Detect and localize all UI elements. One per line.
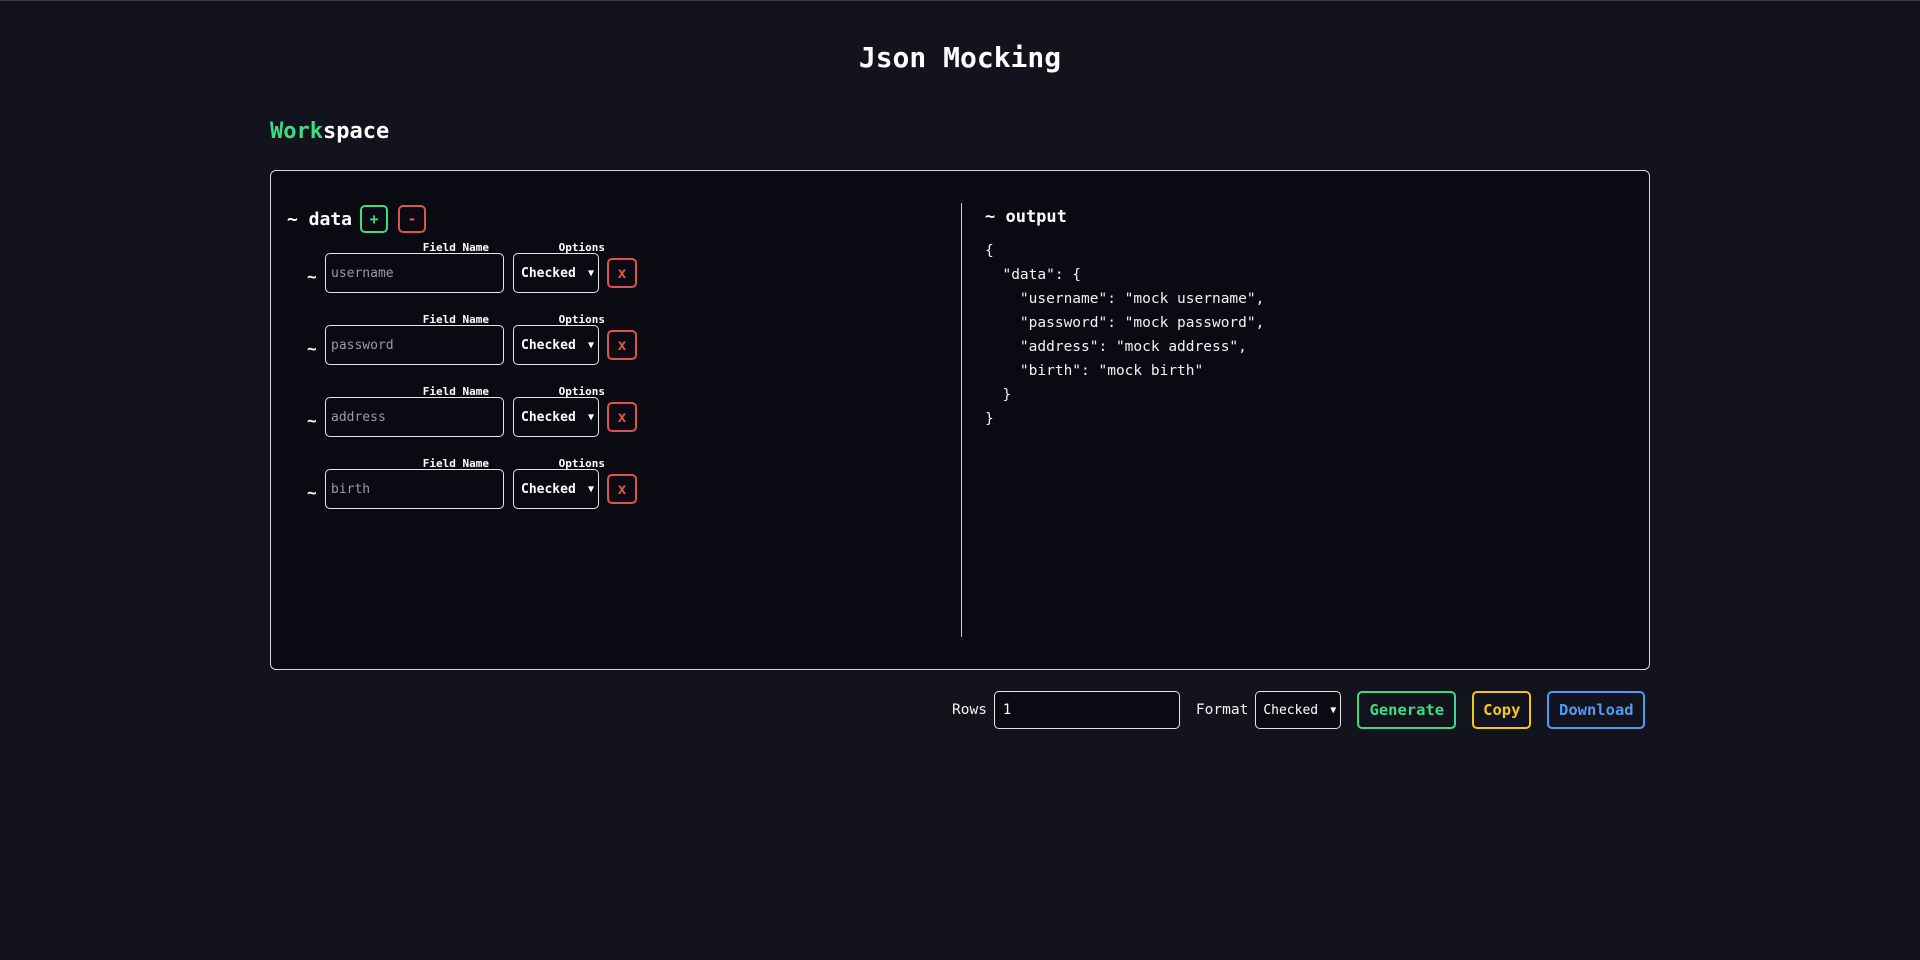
workspace-heading-rest: space [322, 119, 390, 144]
field-row-prefix: ~ [307, 411, 317, 430]
chevron-down-icon: ▼ [1330, 704, 1337, 716]
delete-field-button[interactable]: x [607, 330, 637, 360]
field-options-select[interactable]: Checked ▼ [513, 397, 599, 437]
data-title: ~ data [287, 208, 353, 230]
field-row-prefix: ~ [307, 483, 317, 502]
field-options-select[interactable]: Checked ▼ [513, 325, 599, 365]
rows-label: Rows [952, 702, 987, 718]
field-row-prefix: ~ [307, 339, 317, 358]
remove-field-button[interactable]: - [398, 205, 427, 233]
page: Json Mocking Workspace ~ data + - Field … [0, 0, 1920, 960]
json-output: { "data": { "username": "mock username",… [985, 243, 1265, 427]
field-options-value: Checked [521, 265, 576, 281]
workspace-heading: Workspace [270, 119, 389, 144]
copy-button[interactable]: Copy [1472, 691, 1532, 729]
field-options-select[interactable]: Checked ▼ [513, 469, 599, 509]
field-row: Field Name Options ~ Checked ▼ x [307, 457, 947, 517]
workspace-heading-accent: Work [270, 119, 323, 144]
field-options-value: Checked [521, 409, 576, 425]
delete-field-button[interactable]: x [607, 402, 637, 432]
chevron-down-icon: ▼ [587, 483, 594, 495]
action-bar: Rows Format Checked ▼ Generate Copy Down… [952, 691, 1646, 729]
format-label: Format [1195, 702, 1249, 718]
delete-field-button[interactable]: x [607, 474, 637, 504]
format-value: Checked [1263, 702, 1319, 718]
generate-button[interactable]: Generate [1357, 691, 1457, 729]
field-options-value: Checked [521, 337, 576, 353]
chevron-down-icon: ▼ [587, 339, 594, 351]
workspace-panel: ~ data + - Field Name Options ~ Checked … [270, 170, 1650, 670]
data-header: ~ data + - [287, 203, 436, 235]
field-row-prefix: ~ [307, 267, 317, 286]
chevron-down-icon: ▼ [587, 267, 594, 279]
field-row: Field Name Options ~ Checked ▼ x [307, 241, 947, 301]
delete-field-button[interactable]: x [607, 258, 637, 288]
app-title: Json Mocking [858, 41, 1062, 74]
field-row: Field Name Options ~ Checked ▼ x [307, 385, 947, 445]
add-field-button[interactable]: + [360, 205, 389, 233]
format-select[interactable]: Checked ▼ [1255, 691, 1342, 729]
field-name-input[interactable] [325, 469, 504, 509]
field-name-input[interactable] [325, 397, 504, 437]
field-options-value: Checked [521, 481, 576, 497]
field-name-input[interactable] [325, 253, 504, 293]
chevron-down-icon: ▼ [587, 411, 594, 423]
rows-input[interactable] [993, 691, 1180, 729]
field-name-input[interactable] [325, 325, 504, 365]
output-title: ~ output [985, 207, 1067, 227]
field-row: Field Name Options ~ Checked ▼ x [307, 313, 947, 373]
panel-divider[interactable] [961, 203, 962, 637]
field-options-select[interactable]: Checked ▼ [513, 253, 599, 293]
download-button[interactable]: Download [1547, 691, 1646, 729]
